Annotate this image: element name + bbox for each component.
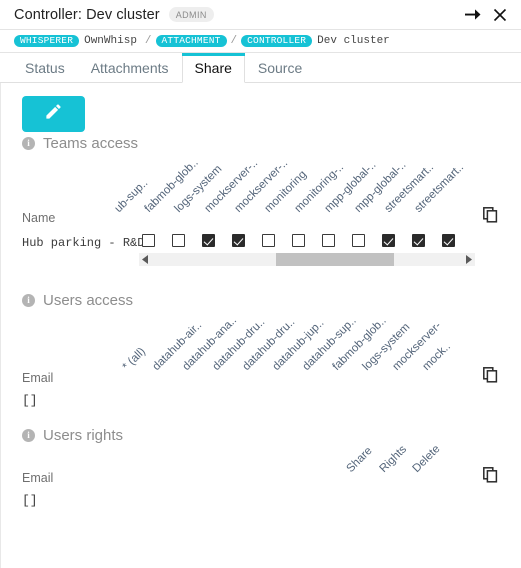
users-rights-column-header-1: Rights [377,443,410,475]
users-rights-column-header-0: Share [344,444,375,475]
teams-column-headers: ub-sup.. fabmob-glob.. logs-system mockserv… [113,153,481,215]
breadcrumb-text-dev-cluster[interactable]: Dev cluster [317,35,390,47]
users-rights-email-column-label: Email [22,471,54,485]
scroll-right-arrow-icon[interactable] [462,253,475,266]
team-permission-checkbox-9[interactable] [412,234,425,247]
team-permission-checkbox-8[interactable] [382,234,395,247]
breadcrumb-tag-controller[interactable]: CONTROLLER [241,34,313,48]
teams-access-header: i Teams access [22,135,138,152]
users-rights-copy-icon[interactable] [483,467,499,483]
users-rights-title: Users rights [43,427,124,444]
teams-checkbox-row [142,234,472,247]
team-permission-checkbox-0[interactable] [142,234,155,247]
users-rights-value: [] [22,493,38,508]
edit-button[interactable] [22,96,85,132]
share-content: i Teams access ub-sup.. fabmob-glob.. logs… [0,83,521,568]
teams-access-title: Teams access [43,135,139,152]
team-permission-checkbox-3[interactable] [232,234,245,247]
users-column-headers: * (all) datahub-air.. datahub-ana.. datahub… [121,311,489,373]
team-permission-checkbox-7[interactable] [352,234,365,247]
users-email-column-label: Email [22,371,54,385]
team-permission-checkbox-1[interactable] [172,234,185,247]
info-icon[interactable]: i [22,429,35,442]
scroll-left-arrow-icon[interactable] [139,253,152,266]
breadcrumb-tag-whisperer[interactable]: WHISPERER [14,34,80,48]
breadcrumb-tag-attachment[interactable]: ATTACHMENT [155,34,227,48]
teams-name-column-label: Name [22,211,56,225]
info-icon[interactable]: i [22,294,35,307]
pin-icon[interactable] [461,3,487,27]
share-panel-window: Controller: Dev cluster ADMIN WHISPERER … [0,0,521,568]
users-access-copy-icon[interactable] [483,367,499,383]
tab-status[interactable]: Status [12,53,78,82]
titlebar: Controller: Dev cluster ADMIN [0,0,521,30]
pencil-icon [44,102,63,126]
tab-share[interactable]: Share [181,53,246,83]
tab-attachments[interactable]: Attachments [78,53,182,82]
users-rights-column-header-2: Delete [410,443,443,475]
breadcrumb-text-ownwhisp[interactable]: OwnWhisp [84,35,137,47]
page-title: Controller: Dev cluster [14,6,160,23]
team-permission-checkbox-5[interactable] [292,234,305,247]
teams-copy-icon[interactable] [483,207,499,223]
tab-bar: Status Attachments Share Source [0,53,521,83]
breadcrumb-separator-1: / [144,35,152,47]
team-permission-checkbox-6[interactable] [322,234,335,247]
team-permission-checkbox-4[interactable] [262,234,275,247]
tab-source[interactable]: Source [245,53,315,82]
close-icon[interactable] [487,3,513,27]
users-access-value: [] [22,393,38,408]
breadcrumb: WHISPERER OwnWhisp / ATTACHMENT / CONTRO… [0,30,521,53]
team-permission-checkbox-2[interactable] [202,234,215,247]
scrollbar-track[interactable] [152,253,462,266]
teams-row-name: Hub parking - R&D [22,236,145,250]
team-permission-checkbox-10[interactable] [442,234,455,247]
users-rights-header: i Users rights [22,427,123,444]
breadcrumb-separator-2: / [230,35,238,47]
info-icon[interactable]: i [22,137,35,150]
users-rights-column-headers: Share Rights Delete [345,413,513,475]
scrollbar-thumb[interactable] [276,253,394,266]
teams-horizontal-scrollbar[interactable] [139,253,475,266]
users-access-title: Users access [43,292,134,309]
admin-badge: ADMIN [168,7,214,22]
users-access-header: i Users access [22,292,133,309]
users-column-header-0: * (all) [120,345,148,373]
